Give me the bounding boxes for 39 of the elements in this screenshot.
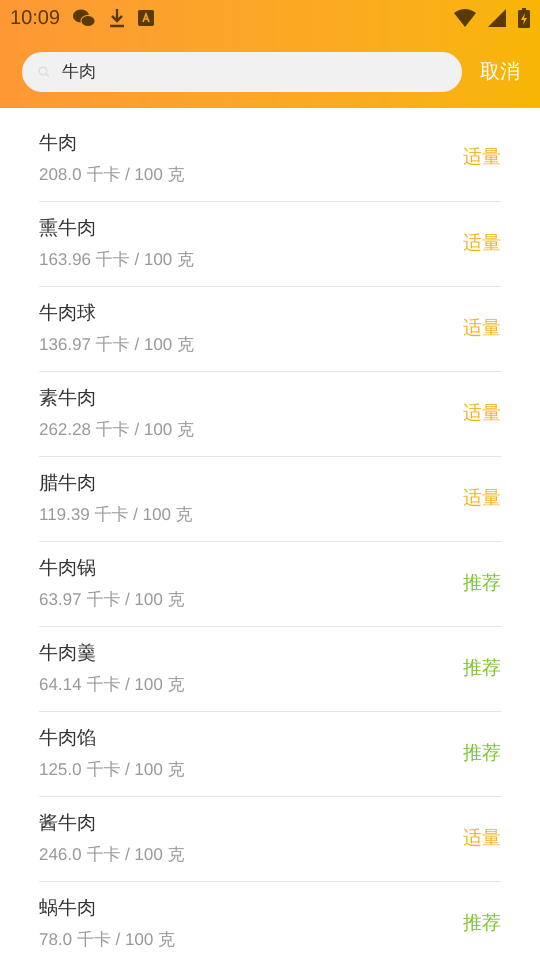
food-calories: 208.0 千卡 / 100 克: [39, 164, 186, 186]
download-icon: [108, 8, 126, 28]
food-calories: 63.97 千卡 / 100 克: [39, 589, 186, 611]
food-name: 蜗牛肉: [39, 897, 97, 921]
status-time: 10:09: [10, 6, 60, 31]
food-rating: 适量: [463, 316, 501, 341]
food-calories: 163.96 千卡 / 100 克: [39, 249, 195, 271]
food-calories: 136.97 千卡 / 100 克: [39, 334, 195, 356]
food-name: 牛肉羹: [39, 642, 97, 666]
food-rating: 适量: [463, 402, 501, 426]
food-calories: 246.0 千卡 / 100 克: [39, 844, 186, 866]
battery-icon: [518, 8, 530, 28]
chat-icon: [72, 8, 96, 28]
food-calories: 262.28 千卡 / 100 克: [39, 419, 195, 441]
food-calories: 78.0 千卡 / 100 克: [39, 929, 176, 951]
food-name: 素牛肉: [39, 387, 97, 411]
food-calories: 64.14 千卡 / 100 克: [39, 674, 186, 696]
food-name: 牛肉馅: [39, 727, 97, 751]
food-rating: 推荐: [463, 572, 501, 596]
food-calories: 119.39 千卡 / 100 克: [39, 504, 194, 526]
food-name: 腊牛肉: [39, 472, 97, 496]
food-rating: 推荐: [463, 742, 501, 766]
food-rating: 适量: [463, 146, 501, 170]
food-name: 牛肉球: [39, 302, 97, 326]
wifi-icon: [454, 9, 476, 27]
search-input[interactable]: 牛肉: [62, 59, 446, 85]
search-field[interactable]: 牛肉: [22, 52, 462, 92]
food-name: 熏牛肉: [39, 217, 97, 241]
food-rating: 推荐: [463, 912, 501, 936]
food-rating: 推荐: [463, 656, 501, 681]
food-rating: 适量: [463, 232, 501, 256]
keyboard-icon: [138, 10, 154, 26]
food-name: 牛肉锅: [39, 557, 97, 581]
food-calories: 125.0 千卡 / 100 克: [39, 759, 186, 781]
food-rating: 适量: [463, 486, 501, 511]
food-rating: 适量: [463, 826, 501, 851]
food-name: 酱牛肉: [39, 812, 97, 836]
food-name: 牛肉: [39, 132, 78, 156]
signal-icon: [488, 9, 506, 27]
